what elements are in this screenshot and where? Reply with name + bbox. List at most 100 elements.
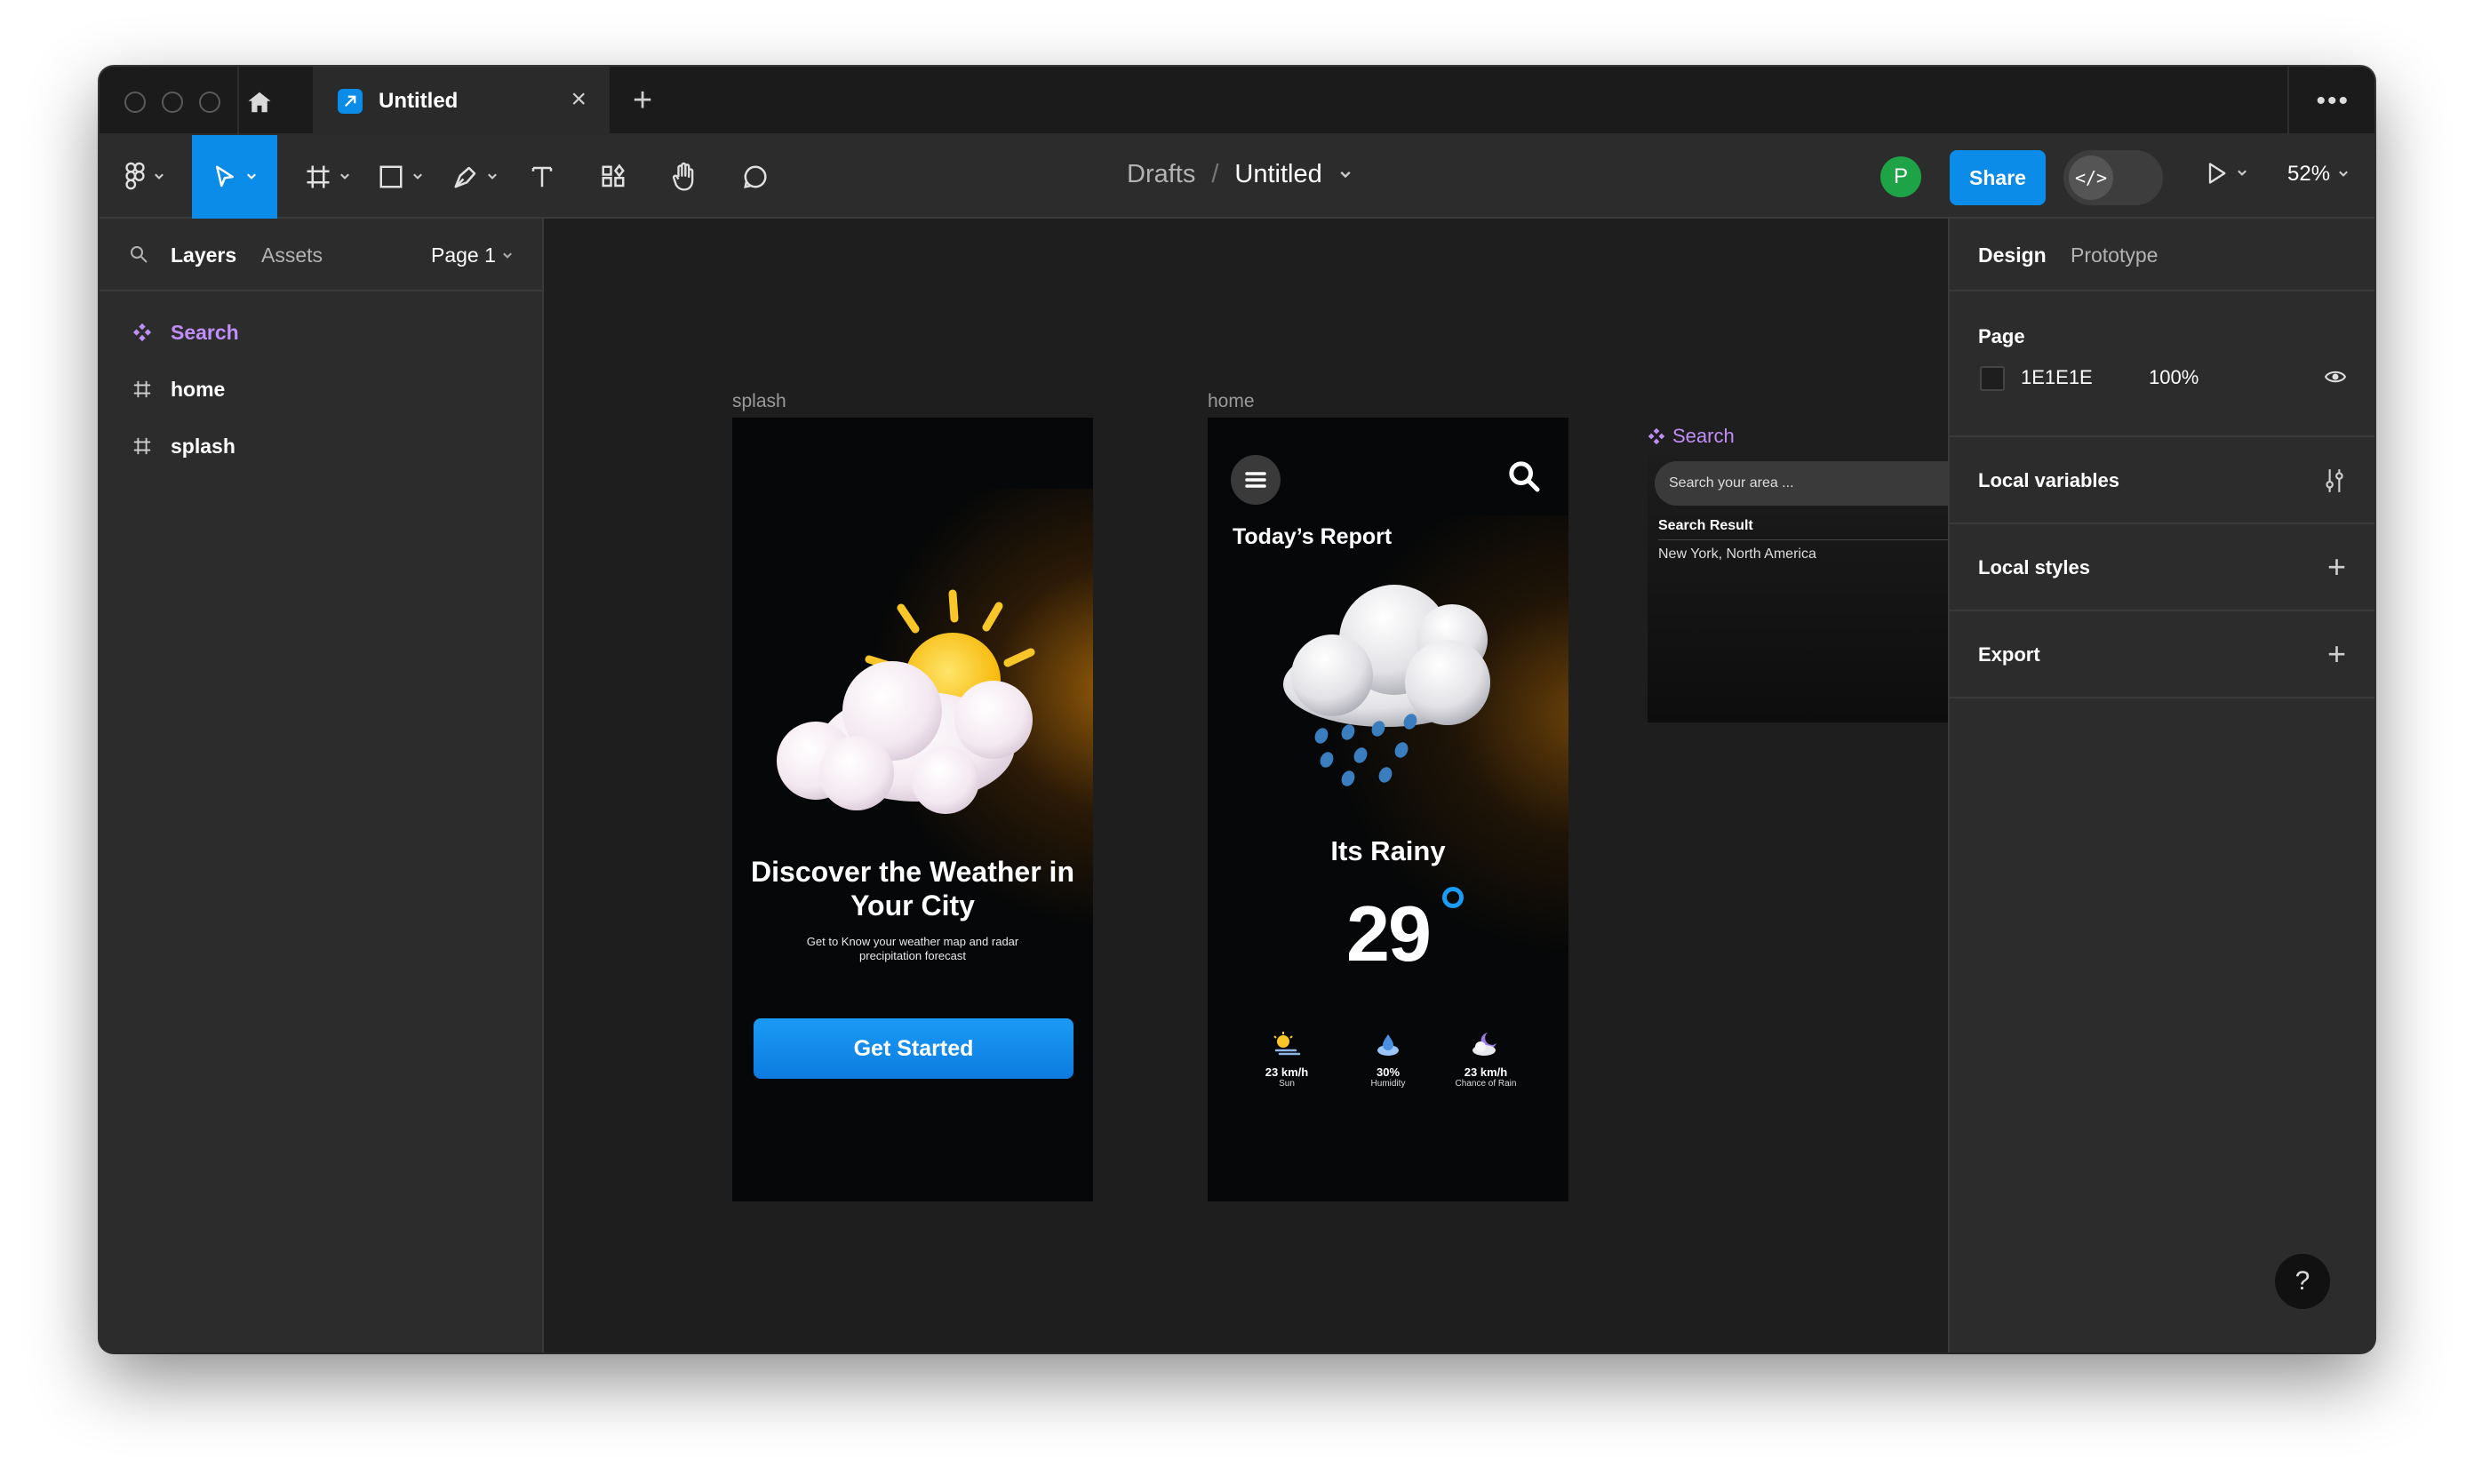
file-title[interactable]: Untitled	[1234, 160, 1321, 189]
zoom-menu[interactable]: 52%	[2287, 162, 2350, 187]
stat-value: 23 km/h	[1464, 1065, 1508, 1079]
search-icon[interactable]	[1506, 459, 1542, 494]
add-export-icon[interactable]: +	[2327, 638, 2346, 670]
get-started-button[interactable]: Get Started	[754, 1018, 1073, 1079]
layer-label: Search	[171, 320, 239, 344]
stat-value: 23 km/h	[1265, 1065, 1309, 1079]
splash-subtitle: Get to Know your weather map and radar p…	[806, 935, 1019, 962]
frame-label-home[interactable]: home	[1208, 391, 1255, 412]
page-selector[interactable]: Page 1	[431, 243, 514, 267]
sun-wind-icon	[1273, 1032, 1301, 1056]
chevron-down-icon	[2238, 170, 2247, 176]
avatar[interactable]: P	[1880, 156, 1921, 197]
comment-icon	[744, 165, 767, 188]
component-icon	[1648, 427, 1665, 445]
properties-panel: Design Prototype Page 1E1E1E 100% Local …	[1948, 219, 2374, 1352]
tab-prototype[interactable]: Prototype	[2071, 243, 2158, 267]
component-icon	[130, 320, 155, 345]
close-window-button[interactable]	[124, 92, 146, 113]
chevron-down-icon[interactable]	[1338, 168, 1353, 182]
divider	[237, 67, 239, 135]
add-style-icon[interactable]: +	[2327, 551, 2346, 583]
stat-label: Chance of Rain	[1455, 1079, 1517, 1089]
export-section[interactable]: Export +	[1950, 611, 2374, 698]
title-bar: Untitled × + •••	[100, 67, 2374, 135]
home-frame[interactable]: Today’s Report Its Rainy 29 23 km/h Sun …	[1208, 418, 1568, 1201]
minimize-window-button[interactable]	[162, 92, 183, 113]
breadcrumb-drafts[interactable]: Drafts	[1127, 160, 1195, 189]
chevron-down-icon	[155, 173, 164, 180]
window-controls	[124, 92, 220, 113]
page-color-swatch[interactable]	[1980, 366, 2005, 391]
page-opacity[interactable]: 100%	[2149, 366, 2199, 389]
stat-rain-chance: 23 km/h Chance of Rain	[1437, 1031, 1535, 1089]
hamburger-menu-button[interactable]	[1231, 455, 1281, 505]
page-color-hex[interactable]: 1E1E1E	[2021, 366, 2093, 389]
figma-file-icon	[338, 88, 363, 114]
more-options-icon[interactable]: •••	[2316, 86, 2350, 116]
humidity-icon	[1377, 1034, 1399, 1056]
pen-tool-button[interactable]	[444, 135, 507, 219]
splash-frame[interactable]: Discover the Weather in Your City Get to…	[732, 418, 1093, 1201]
home-heading: Today’s Report	[1233, 524, 1393, 549]
frame-tool-button[interactable]	[297, 135, 359, 219]
cloud-moon-icon	[1472, 1033, 1496, 1056]
pen-icon	[454, 166, 476, 188]
tab-layers[interactable]: Layers	[171, 243, 236, 267]
layer-label: home	[171, 377, 226, 401]
canvas[interactable]: splash Discover the Weather in Your City…	[546, 219, 2012, 1352]
chevron-down-icon	[340, 173, 349, 180]
help-button[interactable]: ?	[2275, 1254, 2330, 1309]
export-label: Export	[1978, 643, 2040, 666]
search-icon[interactable]	[128, 243, 149, 265]
close-tab-icon[interactable]: ×	[571, 86, 587, 113]
present-button[interactable]	[2204, 160, 2248, 187]
eye-icon[interactable]	[2323, 366, 2348, 387]
breadcrumb: Drafts / Untitled	[1127, 160, 1353, 189]
tab-title: Untitled	[379, 88, 459, 113]
local-variables-section[interactable]: Local variables	[1950, 437, 2374, 524]
resources-button[interactable]	[587, 135, 640, 219]
search-result-heading: Search Result	[1658, 518, 1753, 533]
divider	[2287, 67, 2289, 135]
text-tool-button[interactable]	[515, 135, 569, 219]
code-icon: </>	[2069, 156, 2113, 200]
stat-wind: 23 km/h Sun	[1238, 1031, 1336, 1089]
main-menu-button[interactable]	[114, 135, 176, 219]
figma-logo-icon	[125, 162, 145, 190]
dev-mode-toggle[interactable]: </>	[2063, 150, 2163, 205]
zoom-level: 52%	[2287, 162, 2331, 186]
new-tab-button[interactable]: +	[633, 83, 652, 118]
comment-tool-button[interactable]	[729, 135, 782, 219]
local-styles-section[interactable]: Local styles +	[1950, 524, 2374, 611]
search-result-item[interactable]: New York, North America	[1658, 547, 1816, 562]
resources-icon	[602, 164, 625, 187]
tab-design[interactable]: Design	[1978, 243, 2047, 267]
chevron-down-icon	[247, 173, 256, 180]
layer-splash[interactable]: splash	[100, 418, 542, 475]
share-button[interactable]: Share	[1950, 150, 2046, 205]
move-tool-button[interactable]	[192, 135, 277, 219]
shape-tool-button[interactable]	[370, 135, 432, 219]
degree-symbol	[1442, 887, 1464, 908]
chevron-down-icon	[488, 173, 497, 180]
hand-tool-button[interactable]	[658, 135, 711, 219]
component-label-search[interactable]: Search	[1648, 425, 1735, 448]
cursor-icon	[216, 165, 234, 187]
layer-home[interactable]: home	[100, 361, 542, 418]
variables-icon[interactable]	[2323, 467, 2346, 494]
component-label-text: Search	[1672, 425, 1735, 447]
home-button[interactable]	[242, 84, 277, 120]
tab-assets[interactable]: Assets	[261, 243, 323, 267]
file-tab[interactable]: Untitled ×	[313, 67, 610, 135]
rain-cloud-illustration	[1283, 585, 1490, 786]
play-icon	[2208, 163, 2226, 184]
layers-panel: Layers Assets Page 1 Search home splash	[100, 219, 544, 1352]
stat-label: Sun	[1279, 1079, 1295, 1089]
zoom-window-button[interactable]	[199, 92, 220, 113]
frame-icon	[130, 377, 155, 402]
layer-search[interactable]: Search	[100, 304, 542, 361]
local-variables-label: Local variables	[1978, 469, 2119, 491]
splash-title: Discover the Weather in Your City	[751, 856, 1074, 922]
frame-label-splash[interactable]: splash	[732, 391, 786, 412]
